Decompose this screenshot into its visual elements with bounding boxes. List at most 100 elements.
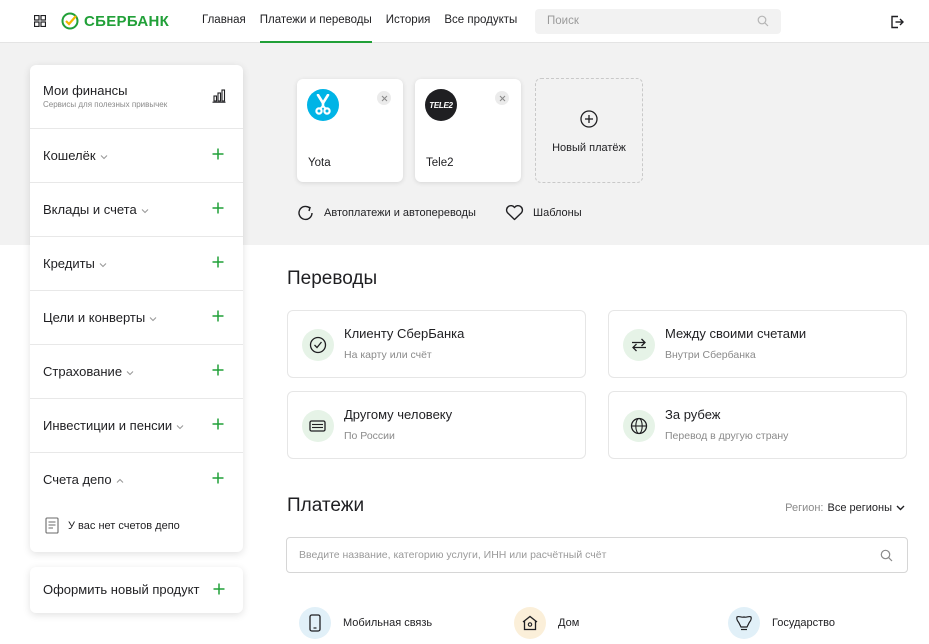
transfer-title: Между своими счетами	[665, 326, 807, 341]
transfer-subtitle: Внутри Сбербанка	[665, 349, 756, 361]
region-selector[interactable]: Регион: Все регионы	[785, 502, 905, 514]
sidebar-item-goals[interactable]: Цели и конверты	[30, 291, 243, 345]
close-icon[interactable]	[495, 91, 509, 105]
sidebar-item-label: Кредиты	[43, 256, 95, 271]
tele2-logo-text: TELE2	[429, 100, 453, 110]
transfer-title: Клиенту СберБанка	[344, 326, 465, 341]
transfer-sber-client[interactable]: Клиенту СберБанка На карту или счёт	[287, 310, 586, 378]
region-value: Все регионы	[827, 502, 892, 514]
heart-icon	[505, 205, 524, 221]
apps-grid-icon[interactable]	[34, 15, 46, 27]
autopay-label: Автоплатежи и автопереводы	[324, 207, 476, 219]
plus-icon[interactable]	[212, 148, 224, 160]
category-label: Государство	[772, 617, 836, 629]
house-icon	[514, 607, 546, 639]
plus-icon[interactable]	[212, 256, 224, 268]
transfer-title: За рубеж	[665, 407, 721, 422]
payments-title: Платежи	[287, 495, 365, 516]
transfers-title: Переводы	[287, 268, 378, 289]
chevron-down-icon	[176, 424, 184, 429]
templates-label: Шаблоны	[533, 206, 582, 219]
favorite-card-yota[interactable]: Yota	[297, 79, 403, 182]
phone-icon	[299, 607, 331, 639]
new-product-button[interactable]: Оформить новый продукт	[30, 567, 243, 613]
search-icon	[757, 15, 769, 27]
transfer-other-person[interactable]: Другому человеку По России	[287, 391, 586, 459]
wallet-icon	[302, 410, 334, 442]
new-product-label: Оформить новый продукт	[43, 582, 200, 597]
chevron-up-icon	[116, 478, 123, 483]
category-mobile[interactable]: Мобильная связь	[299, 607, 432, 639]
plus-icon	[213, 583, 225, 595]
plus-icon[interactable]	[212, 364, 224, 376]
sidebar-item-investments[interactable]: Инвестиции и пенсии	[30, 399, 243, 453]
favorite-card-tele2[interactable]: TELE2 Tele2	[415, 79, 521, 182]
category-label: Дом	[558, 617, 580, 629]
refresh-icon	[298, 205, 313, 221]
brand-name: СБЕРБАНК	[84, 12, 170, 30]
logout-icon[interactable]	[890, 15, 904, 29]
plus-icon[interactable]	[212, 310, 224, 322]
nav-history[interactable]: История	[386, 0, 431, 43]
sidebar-item-credits[interactable]: Кредиты	[30, 237, 243, 291]
nav-all-products[interactable]: Все продукты	[444, 0, 517, 43]
government-icon	[728, 607, 760, 639]
chevron-down-icon	[141, 208, 149, 213]
nav-home[interactable]: Главная	[202, 0, 246, 43]
sberbank-logo[interactable]: СБЕРБАНК	[61, 12, 169, 30]
category-label: Мобильная связь	[343, 617, 433, 629]
payment-search-placeholder: Введите название, категорию услуги, ИНН …	[299, 549, 607, 561]
templates-link[interactable]: Шаблоны	[505, 204, 582, 221]
transfer-abroad[interactable]: За рубеж Перевод в другую страну	[608, 391, 907, 459]
new-payment-button[interactable]: Новый платёж	[535, 78, 643, 183]
sidebar-item-label: Страхование	[43, 364, 123, 379]
sidebar-item-label: Кошелёк	[43, 148, 96, 163]
plus-icon[interactable]	[212, 202, 224, 214]
main-nav: Главная Платежи и переводы История Все п…	[202, 0, 531, 43]
swap-arrows-icon	[623, 329, 655, 361]
payment-search-input[interactable]: Введите название, категорию услуги, ИНН …	[286, 537, 908, 573]
favorite-name: Tele2	[426, 157, 454, 169]
check-circle-icon	[302, 329, 334, 361]
my-finance-title: Мои финансы	[43, 83, 128, 98]
chevron-down-icon	[99, 262, 107, 267]
category-home[interactable]: Дом	[514, 607, 579, 639]
chevron-down-icon	[149, 316, 157, 321]
favorite-name: Yota	[308, 157, 331, 169]
autopay-link[interactable]: Автоплатежи и автопереводы	[297, 204, 476, 222]
depo-empty-note: У вас нет счетов депо	[45, 517, 180, 534]
sidebar-item-label: Цели и конверты	[43, 310, 146, 325]
transfer-subtitle: По России	[344, 430, 395, 442]
sidebar: Мои финансы Сервисы для полезных привыче…	[30, 65, 243, 552]
tele2-logo-icon: TELE2	[425, 89, 457, 121]
my-finance-block[interactable]: Мои финансы Сервисы для полезных привыче…	[30, 65, 243, 129]
search-icon	[880, 549, 893, 562]
depo-empty-text: У вас нет счетов депо	[68, 519, 180, 532]
plus-circle-icon	[580, 110, 598, 128]
my-finance-subtitle: Сервисы для полезных привычек	[43, 100, 168, 109]
chevron-down-icon	[100, 154, 107, 159]
transfer-own-accounts[interactable]: Между своими счетами Внутри Сбербанка	[608, 310, 907, 378]
region-label: Регион:	[785, 502, 824, 514]
search-input[interactable]: Поиск	[535, 9, 781, 34]
top-header: СБЕРБАНК Главная Платежи и переводы Исто…	[0, 0, 929, 43]
plus-icon[interactable]	[212, 418, 224, 430]
sidebar-item-label: Вклады и счета	[43, 202, 137, 217]
sidebar-item-depo[interactable]: Счета депо	[30, 453, 243, 507]
sidebar-item-label: Счета депо	[43, 472, 112, 487]
plus-icon[interactable]	[212, 472, 224, 484]
sber-logo-icon	[61, 12, 79, 30]
category-government[interactable]: Государство	[728, 607, 835, 639]
close-icon[interactable]	[377, 91, 391, 105]
sidebar-item-insurance[interactable]: Страхование	[30, 345, 243, 399]
transfer-subtitle: Перевод в другую страну	[665, 430, 789, 442]
sidebar-item-deposits[interactable]: Вклады и счета	[30, 183, 243, 237]
search-placeholder: Поиск	[547, 15, 579, 27]
globe-icon	[623, 410, 655, 442]
sidebar-item-label: Инвестиции и пенсии	[43, 418, 173, 433]
bar-chart-icon	[212, 89, 226, 103]
sidebar-item-wallet[interactable]: Кошелёк	[30, 129, 243, 183]
document-icon	[45, 517, 59, 534]
transfer-title: Другому человеку	[344, 407, 453, 422]
nav-payments[interactable]: Платежи и переводы	[259, 0, 372, 43]
